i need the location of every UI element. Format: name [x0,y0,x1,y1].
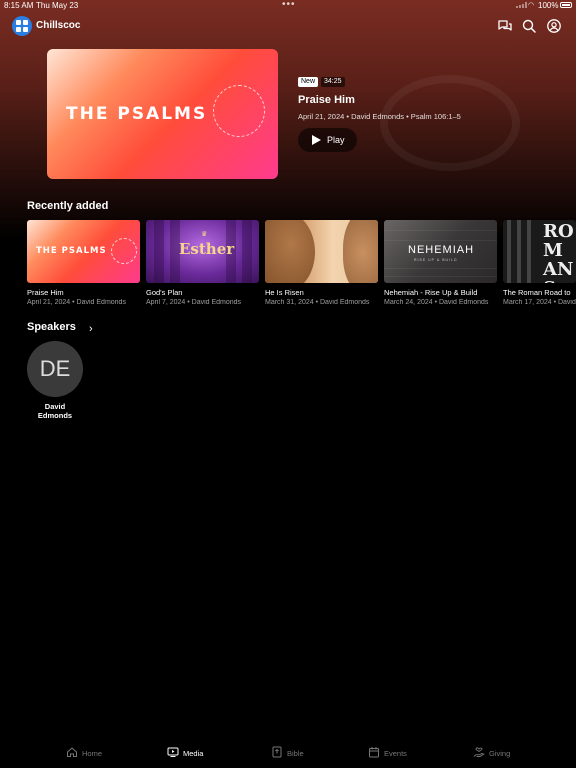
tab-events[interactable]: Events [368,744,414,764]
battery-percent: 100% [538,1,559,10]
media-card[interactable]: ROMANS The Roman Road to March 17, 2024 … [503,220,576,306]
crown-icon: ♛ [201,231,208,238]
recently-added-heading: Recently added [27,200,109,212]
play-button[interactable]: Play [298,128,357,152]
card-thumbnail [265,220,378,283]
card-artwork-subtitle: RISE UP & BUILD [414,258,458,262]
card-artwork-title: Esther [179,240,235,258]
artwork-ring [111,238,137,264]
app-name[interactable]: Chillscoc [36,20,80,31]
card-meta: March 24, 2024 • David Edmonds [384,299,489,306]
card-thumbnail: NEHEMIAH RISE UP & BUILD [384,220,497,283]
tab-bible[interactable]: Bible [271,744,311,764]
media-card[interactable]: He Is Risen March 31, 2024 • David Edmon… [265,220,378,306]
cellular-signal-icon [516,2,527,8]
tab-giving[interactable]: Giving [473,744,519,764]
empty-tomb-artwork [265,220,378,283]
card-meta: April 21, 2024 • David Edmonds [27,299,126,306]
status-bar: 8:15 AM Thu May 23 ••• ◠ 100% [0,0,576,12]
chevron-right-icon[interactable]: › [89,323,93,335]
status-date: Thu May 23 [36,1,79,10]
card-artwork-title: THE PSALMS [36,246,107,256]
media-card[interactable]: ♛ Esther God's Plan April 7, 2024 • Davi… [146,220,259,306]
battery-icon [560,2,572,8]
new-badge: New [298,77,319,87]
card-artwork-title: ROMANS [543,221,574,283]
speakers-heading[interactable]: Speakers [27,321,76,333]
bible-icon [272,746,282,758]
wifi-icon: ◠ [528,2,535,9]
card-title: God's Plan [146,288,183,297]
card-title: Nehemiah - Rise Up & Build [384,288,478,297]
search-icon[interactable] [521,18,537,34]
media-card[interactable]: THE PSALMS Praise Him April 21, 2024 • D… [27,220,140,306]
play-icon [312,135,321,145]
avatar: DE [27,341,83,397]
status-time: 8:15 AM [4,1,34,10]
giving-icon [473,747,485,757]
card-title: The Roman Road to [503,288,571,297]
tab-label: Media [183,749,204,758]
app-header: Chillscoc [0,14,576,38]
speaker-card[interactable]: DE David Edmonds [27,341,83,420]
artwork-ring [213,85,265,137]
multitasking-dots-icon[interactable]: ••• [282,0,296,10]
card-meta: April 7, 2024 • David Edmonds [146,299,242,306]
featured-meta: April 21, 2024 • David Edmonds • Psalm 1… [298,112,461,121]
play-label: Play [327,135,345,145]
chat-icon[interactable] [497,18,513,34]
speaker-name: David Edmonds [37,402,73,420]
account-icon[interactable] [546,18,562,34]
card-thumbnail: ROMANS [503,220,576,283]
featured-thumbnail[interactable]: THE PSALMS [47,49,278,179]
tab-label: Giving [489,749,511,758]
tab-label: Bible [287,749,304,758]
psalms-artwork: THE PSALMS [47,49,278,179]
tab-label: Events [384,749,407,758]
tab-home[interactable]: Home [66,744,110,764]
card-meta: March 17, 2024 • David Edmonds [503,299,576,306]
tab-media[interactable]: Media [167,744,211,764]
tab-bar: Home Media Bible Events Giving [0,740,576,768]
duration-badge: 34:25 [321,77,345,87]
home-icon [67,747,77,757]
media-card[interactable]: NEHEMIAH RISE UP & BUILD Nehemiah - Rise… [384,220,497,306]
card-thumbnail: THE PSALMS [27,220,140,283]
featured-title[interactable]: Praise Him [298,94,355,106]
card-meta: March 31, 2024 • David Edmonds [265,299,370,306]
card-title: He Is Risen [265,288,304,297]
calendar-icon [369,747,379,758]
card-title: Praise Him [27,288,64,297]
tab-label: Home [82,749,103,758]
media-icon [167,747,179,757]
app-logo-icon[interactable] [12,16,32,36]
artwork-title: THE PSALMS [66,104,208,124]
card-thumbnail: ♛ Esther [146,220,259,283]
hero-watermark [380,75,520,171]
card-artwork-title: NEHEMIAH [408,244,475,256]
